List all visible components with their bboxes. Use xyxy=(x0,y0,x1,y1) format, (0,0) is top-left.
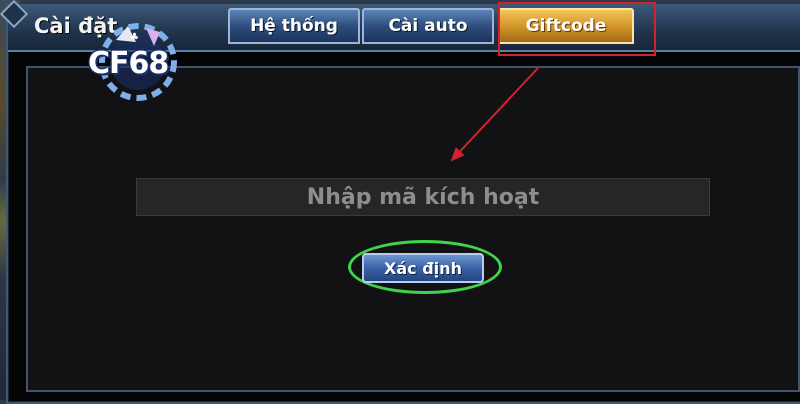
giftcode-tab-highlight xyxy=(498,2,656,56)
logo-text: CF68 xyxy=(88,46,169,81)
giftcode-content-area xyxy=(26,66,800,392)
svg-text:♣: ♣ xyxy=(130,32,139,43)
giftcode-input[interactable] xyxy=(136,178,710,216)
tab-system[interactable]: Hệ thống xyxy=(228,8,360,44)
tab-auto-settings[interactable]: Cài auto xyxy=(362,8,494,44)
confirm-button[interactable]: Xác định xyxy=(362,253,484,283)
